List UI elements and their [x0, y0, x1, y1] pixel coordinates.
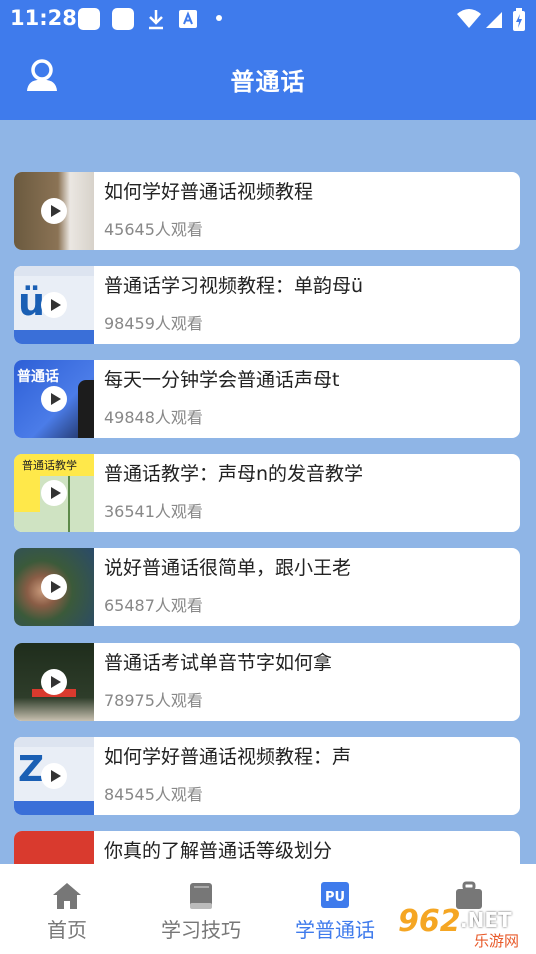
- play-icon: [41, 292, 67, 318]
- home-icon: [53, 883, 81, 909]
- video-card[interactable]: 说好普通话很简单，跟小王老 65487人观看: [14, 548, 520, 626]
- page-title: 普通话: [230, 68, 306, 96]
- signal-icon: [486, 12, 502, 28]
- video-thumbnail: ü: [14, 266, 94, 344]
- video-title: 普通话学习视频教程：单韵母ü: [104, 275, 364, 297]
- video-thumbnail: 普通话教学: [14, 454, 94, 532]
- watermark-logo: 962 .NET 乐游网: [398, 904, 520, 950]
- thumbnail-caption: 普通话教学: [22, 459, 77, 472]
- view-count: 36541人观看: [104, 502, 203, 521]
- video-card[interactable]: 如何学好普通话视频教程 45645人观看: [14, 172, 520, 250]
- video-thumbnail: 普通话: [14, 360, 94, 438]
- video-title: 说好普通话很简单，跟小王老: [104, 557, 352, 579]
- book-icon: [190, 883, 212, 909]
- status-bar: 11:28: [0, 0, 536, 40]
- pu-icon: PU: [321, 882, 349, 908]
- keyboard-a-icon: [179, 10, 197, 28]
- video-card[interactable]: Z 如何学好普通话视频教程：声 84545人观看: [14, 737, 520, 815]
- video-card[interactable]: 你真的了解普通话等级划分: [14, 831, 520, 864]
- notification-icon: [78, 8, 100, 30]
- play-icon: [41, 669, 67, 695]
- pu-icon-text: PU: [325, 890, 345, 905]
- view-count: 84545人观看: [104, 785, 203, 804]
- app-header: 普通话: [0, 40, 536, 120]
- view-count: 49848人观看: [104, 408, 203, 427]
- play-icon: [41, 386, 67, 412]
- video-title: 如何学好普通话视频教程：声: [104, 746, 352, 768]
- wifi-icon: [457, 9, 481, 28]
- play-icon: [41, 763, 67, 789]
- notification-icon: [112, 8, 134, 30]
- video-card[interactable]: 普通话 每天一分钟学会普通话声母t 49848人观看: [14, 360, 520, 438]
- view-count: 98459人观看: [104, 314, 203, 333]
- play-icon: [41, 480, 67, 506]
- video-list[interactable]: 如何学好普通话视频教程 45645人观看 ü 普通话学习视频教程：单韵母ü 98…: [0, 120, 536, 864]
- video-title: 每天一分钟学会普通话声母t: [104, 369, 340, 391]
- tab-label: 学普通话: [295, 918, 375, 942]
- video-card[interactable]: 普通话教学 普通话教学：声母n的发音教学 36541人观看: [14, 454, 520, 532]
- tab-learn-mandarin[interactable]: PU 学普通话: [268, 864, 402, 954]
- view-count: 65487人观看: [104, 596, 203, 615]
- view-count: 78975人观看: [104, 691, 203, 710]
- status-time: 11:28: [10, 6, 77, 30]
- video-title: 如何学好普通话视频教程: [104, 181, 314, 203]
- tab-home[interactable]: 首页: [0, 864, 134, 954]
- play-icon: [41, 198, 67, 224]
- video-thumbnail: [14, 643, 94, 721]
- video-title: 你真的了解普通话等级划分: [104, 840, 333, 862]
- download-icon: [149, 10, 163, 30]
- view-count: 45645人观看: [104, 220, 203, 239]
- video-thumbnail: [14, 831, 94, 864]
- video-thumbnail: Z: [14, 737, 94, 815]
- tab-label: 首页: [47, 918, 87, 942]
- tab-label: 学习技巧: [161, 918, 241, 942]
- dot-icon: [216, 15, 222, 21]
- video-thumbnail: [14, 172, 94, 250]
- video-thumbnail: [14, 548, 94, 626]
- battery-icon: [513, 8, 525, 31]
- video-card[interactable]: 普通话考试单音节字如何拿 78975人观看: [14, 643, 520, 721]
- tab-study-tips[interactable]: 学习技巧: [134, 864, 268, 954]
- thumbnail-letter: Z: [18, 749, 45, 790]
- video-title: 普通话教学：声母n的发音教学: [104, 463, 364, 485]
- thumbnail-caption: 普通话: [17, 369, 59, 385]
- video-title: 普通话考试单音节字如何拿: [104, 652, 333, 674]
- video-card[interactable]: ü 普通话学习视频教程：单韵母ü 98459人观看: [14, 266, 520, 344]
- play-icon: [41, 574, 67, 600]
